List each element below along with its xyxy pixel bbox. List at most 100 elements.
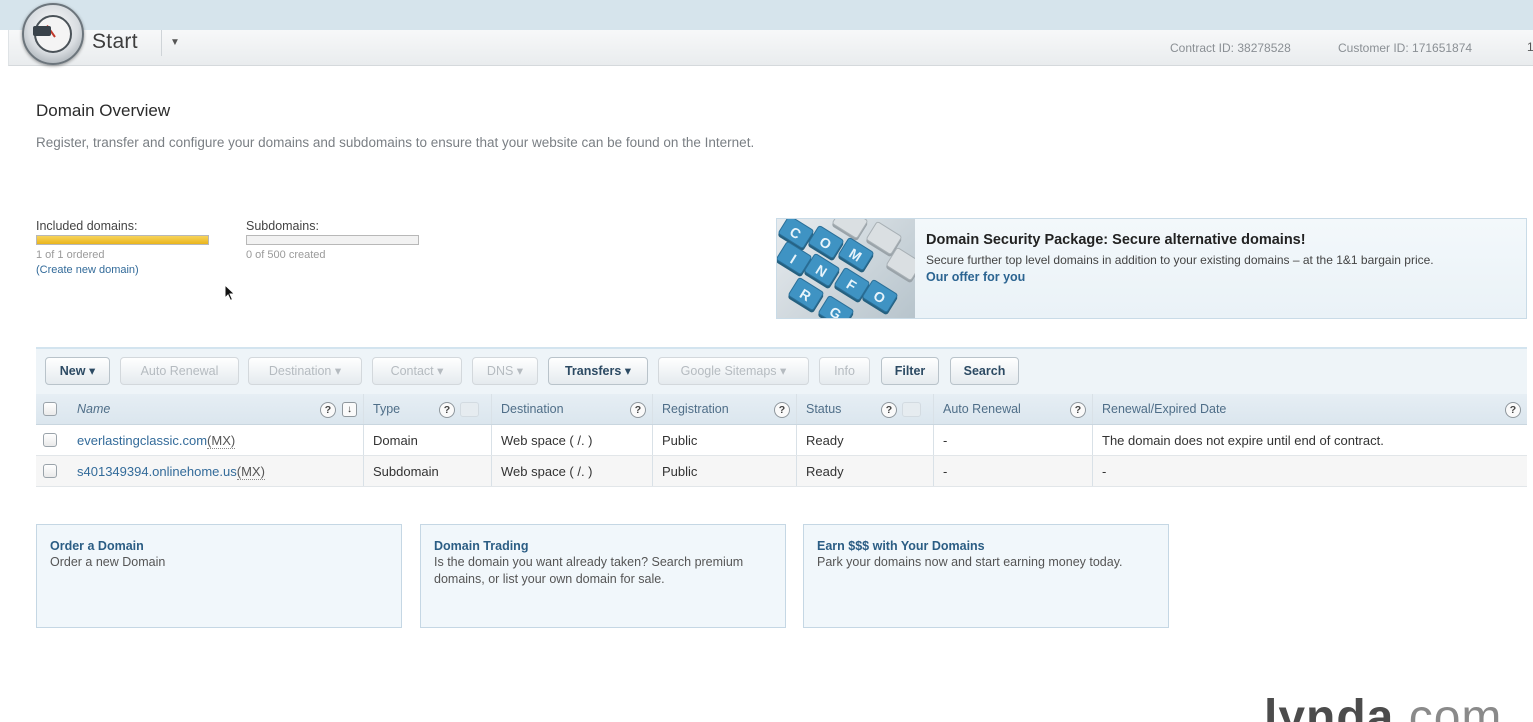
- keyboard-keys-image: C O M I N F O R G: [777, 219, 915, 318]
- auto-renewal-cell: -: [943, 464, 948, 479]
- domain-link[interactable]: s401349394.onlinehome.us: [77, 464, 237, 479]
- table-row[interactable]: s401349394.onlinehome.us(MX) Subdomain W…: [36, 456, 1527, 487]
- domain-toolbar: New ▾ Auto Renewal Destination ▾ Contact…: [36, 347, 1527, 394]
- destination-cell: Web space ( /. ): [501, 464, 593, 479]
- column-divider: [796, 394, 797, 424]
- column-header-renewal-date[interactable]: Renewal/Expired Date: [1102, 394, 1226, 425]
- column-divider: [1092, 425, 1093, 455]
- key: G: [817, 294, 855, 318]
- speedometer-logo-icon[interactable]: [22, 3, 84, 65]
- new-button[interactable]: New ▾: [45, 357, 110, 385]
- domain-table: Name ? ↓ Type ? Destination ? Registrati…: [36, 394, 1527, 487]
- destination-cell: Web space ( /. ): [501, 433, 593, 448]
- sort-placeholder-icon: [902, 402, 921, 417]
- page-title: Domain Overview: [36, 101, 171, 120]
- google-sitemaps-button[interactable]: Google Sitemaps ▾: [658, 357, 809, 385]
- column-divider: [652, 456, 653, 486]
- infobox-text: Is the domain you want already taken? Se…: [434, 555, 744, 586]
- customer-id: Customer ID: 171651874: [1338, 41, 1473, 55]
- watermark-main: lynda: [1264, 691, 1395, 722]
- start-menu-label[interactable]: Start: [92, 30, 138, 54]
- column-header-registration[interactable]: Registration: [662, 394, 729, 425]
- promo-text: Secure further top level domains in addi…: [926, 253, 1434, 267]
- domain-security-promo[interactable]: C O M I N F O R G Domain Security Packag…: [776, 218, 1527, 319]
- domain-link[interactable]: everlastingclassic.com: [77, 433, 207, 448]
- help-icon[interactable]: ?: [881, 402, 897, 418]
- subdomains-quota: Subdomains: 0 of 500 created: [246, 219, 419, 261]
- promo-offer-link[interactable]: Our offer for you: [926, 270, 1025, 284]
- create-new-domain-link[interactable]: (Create new domain): [36, 264, 209, 276]
- table-row[interactable]: everlastingclassic.com(MX) Domain Web sp…: [36, 425, 1527, 456]
- column-divider: [933, 394, 934, 424]
- domain-trading-box[interactable]: Domain Trading Is the domain you want al…: [420, 524, 786, 628]
- type-cell: Domain: [373, 433, 418, 448]
- contact-button[interactable]: Contact ▾: [372, 357, 462, 385]
- progress-fill: [37, 236, 208, 244]
- auto-renewal-cell: -: [943, 433, 948, 448]
- column-divider: [491, 394, 492, 424]
- header-bar: [8, 30, 1533, 66]
- destination-button[interactable]: Destination ▾: [248, 357, 362, 385]
- watermark-suffix: .com: [1394, 691, 1503, 722]
- column-header-status[interactable]: Status: [806, 394, 841, 425]
- column-header-type[interactable]: Type: [373, 394, 400, 425]
- registration-cell: Public: [662, 433, 698, 448]
- column-header-auto-renewal[interactable]: Auto Renewal: [943, 394, 1021, 425]
- status-cell: Ready: [806, 464, 844, 479]
- included-domains-progress-bar: [36, 235, 209, 245]
- row-checkbox[interactable]: [43, 433, 57, 447]
- infobox-title[interactable]: Domain Trading: [434, 539, 772, 553]
- column-divider: [363, 394, 364, 424]
- registration-cell: Public: [662, 464, 698, 479]
- help-icon[interactable]: ?: [774, 402, 790, 418]
- top-band: [0, 0, 1533, 30]
- infobox-text: Order a new Domain: [50, 555, 166, 569]
- renewal-date-cell: -: [1102, 464, 1107, 479]
- infobox-text: Park your domains now and start earning …: [817, 555, 1123, 569]
- column-divider: [652, 425, 653, 455]
- order-domain-box[interactable]: Order a Domain Order a new Domain: [36, 524, 402, 628]
- domain-name-cell: everlastingclassic.com(MX): [77, 425, 236, 456]
- domain-name-cell: s401349394.onlinehome.us(MX): [77, 456, 265, 487]
- quota-count: 0 of 500 created: [246, 249, 326, 261]
- dns-button[interactable]: DNS ▾: [472, 357, 538, 385]
- mx-badge[interactable]: (MX): [236, 464, 265, 480]
- lynda-watermark: lynda.com: [1264, 688, 1502, 722]
- info-button[interactable]: Info: [819, 357, 870, 385]
- mx-badge[interactable]: (MX): [207, 433, 236, 449]
- sort-placeholder-icon: [460, 402, 479, 417]
- column-divider: [1092, 456, 1093, 486]
- column-divider: [1092, 394, 1093, 424]
- subdomains-progress-bar: [246, 235, 419, 245]
- contract-id: Contract ID: 38278528: [1170, 41, 1291, 55]
- row-checkbox[interactable]: [43, 464, 57, 478]
- column-divider: [796, 456, 797, 486]
- page-description: Register, transfer and configure your do…: [36, 135, 755, 150]
- help-icon[interactable]: ?: [439, 402, 455, 418]
- help-icon[interactable]: ?: [1070, 402, 1086, 418]
- table-header: Name ? ↓ Type ? Destination ? Registrati…: [36, 394, 1527, 425]
- column-divider: [363, 456, 364, 486]
- transfers-button[interactable]: Transfers ▾: [548, 357, 648, 385]
- earn-with-domains-box[interactable]: Earn $$$ with Your Domains Park your dom…: [803, 524, 1169, 628]
- quota-count: 1 of 1 ordered: [36, 249, 105, 261]
- column-header-name[interactable]: Name: [77, 394, 110, 425]
- quota-label: Included domains:: [36, 219, 138, 233]
- infobox-title[interactable]: Earn $$$ with Your Domains: [817, 539, 1155, 553]
- filter-button[interactable]: Filter: [881, 357, 939, 385]
- auto-renewal-button[interactable]: Auto Renewal: [120, 357, 239, 385]
- column-divider: [933, 456, 934, 486]
- help-icon[interactable]: ?: [1505, 402, 1521, 418]
- infobox-title[interactable]: Order a Domain: [50, 539, 388, 553]
- column-header-destination[interactable]: Destination: [501, 394, 564, 425]
- column-divider: [796, 425, 797, 455]
- help-icon[interactable]: ?: [320, 402, 336, 418]
- renewal-date-cell: The domain does not expire until end of …: [1102, 433, 1384, 448]
- start-menu-caret-down-icon[interactable]: ▼: [161, 30, 188, 56]
- search-button[interactable]: Search: [950, 357, 1019, 385]
- sort-down-icon[interactable]: ↓: [342, 402, 357, 417]
- select-all-checkbox[interactable]: [43, 402, 57, 416]
- column-divider: [933, 425, 934, 455]
- help-icon[interactable]: ?: [630, 402, 646, 418]
- header-edge-text: 1: [1527, 40, 1533, 54]
